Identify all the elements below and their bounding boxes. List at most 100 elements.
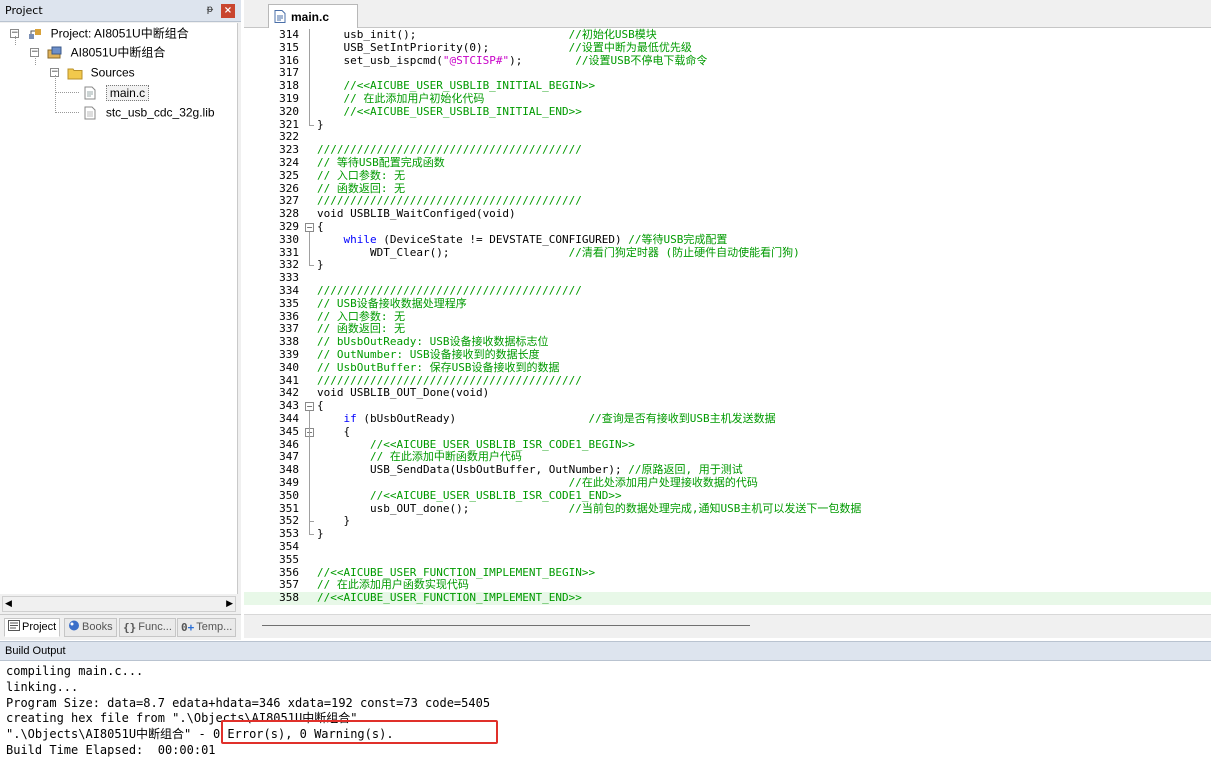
line-number: 344 bbox=[279, 412, 299, 425]
folder-icon bbox=[67, 68, 83, 79]
tree-item-label: Sources bbox=[90, 65, 135, 80]
code-line[interactable]: 331 WDT_Clear(); //清看门狗定时器 (防止硬件自动使能看门狗) bbox=[244, 245, 1211, 260]
line-number: 339 bbox=[279, 348, 299, 361]
line-number: 325 bbox=[279, 168, 299, 182]
scroll-thumb[interactable] bbox=[262, 625, 750, 626]
tab-templates[interactable]: 0+ Temp... bbox=[177, 618, 237, 637]
line-number: 314 bbox=[279, 28, 299, 41]
code-token: } bbox=[317, 258, 324, 272]
code-line[interactable]: 353} bbox=[244, 527, 1211, 541]
tree-item-label: AI8051U中断组合 bbox=[70, 45, 166, 60]
code-token: void USBLIB_WaitConfiged(void) bbox=[317, 207, 516, 221]
tree-horizontal-scrollbar[interactable]: ◀ ▶ bbox=[2, 596, 236, 612]
code-line[interactable]: 316 set_usb_ispcmd("@STCISP#"); //设置USB不… bbox=[244, 53, 1211, 68]
tree-item-label: main.c bbox=[105, 84, 150, 101]
tree-item-main-c[interactable]: main.c bbox=[82, 83, 150, 101]
code-token: { bbox=[317, 399, 324, 413]
tab-label: Project bbox=[22, 621, 57, 633]
code-token: // 入口参数: 无 bbox=[317, 309, 406, 323]
tree-item-label: stc_usb_cdc_32g.lib bbox=[105, 105, 215, 120]
code-token: // 入口参数: 无 bbox=[317, 168, 406, 182]
line-number: 335 bbox=[279, 296, 299, 310]
code-text: //<<AICUBE_USER_FUNCTION_IMPLEMENT_END>> bbox=[317, 591, 582, 605]
code-line[interactable]: 320 //<<AICUBE_USER_USBLIB_INITIAL_END>> bbox=[244, 105, 1211, 119]
code-editor[interactable]: 314 usb_init(); //初始化USB模块 315 USB_SetInt… bbox=[244, 28, 1211, 614]
code-token: //查询是否有接收到USB主机发送数据 bbox=[588, 412, 776, 425]
line-number: 345 bbox=[279, 424, 299, 438]
build-output-line: linking... bbox=[6, 680, 79, 694]
fold-toggle-icon[interactable]: − bbox=[305, 223, 314, 232]
code-token: // OutNumber: USB设备接收到的数据长度 bbox=[317, 348, 540, 361]
tab-main-c[interactable]: main.c bbox=[268, 4, 358, 28]
code-line[interactable]: 352 } bbox=[244, 514, 1211, 528]
line-number: 315 bbox=[279, 40, 299, 54]
code-token: //原路返回, 用于测试 bbox=[628, 463, 743, 477]
code-token: //<<AICUBE_USER_USBLIB_INITIAL_BEGIN>> bbox=[317, 79, 596, 93]
code-token: } bbox=[317, 527, 324, 541]
code-token: } bbox=[317, 117, 324, 131]
code-token: //////////////////////////////////////// bbox=[317, 284, 582, 297]
lib-file-icon bbox=[84, 106, 96, 119]
code-token: //设置中断为最低优先级 bbox=[568, 40, 692, 54]
project-tree: − Project: AI8051U中断组合 − AI8051U中断组合 − S… bbox=[0, 23, 238, 594]
line-number: 358 bbox=[279, 591, 299, 605]
tree-item-target[interactable]: − AI8051U中断组合 bbox=[30, 43, 165, 61]
line-number: 349 bbox=[279, 476, 299, 489]
code-line[interactable]: 354 bbox=[244, 540, 1211, 554]
code-token: { bbox=[317, 424, 351, 438]
code-text: } bbox=[317, 258, 324, 272]
tab-books[interactable]: Books bbox=[64, 618, 117, 637]
code-token: //<<AICUBE_USER_FUNCTION_IMPLEMENT_BEGIN… bbox=[317, 565, 596, 579]
code-text: usb_OUT_done(); //当前包的数据处理完成,通知USB主机可以发送… bbox=[317, 501, 861, 516]
tab-functions[interactable]: {} Func... bbox=[119, 618, 176, 637]
scroll-right-icon[interactable]: ▶ bbox=[223, 599, 233, 609]
books-icon bbox=[69, 620, 79, 631]
line-number: 330 bbox=[279, 232, 299, 246]
code-token: //清看门狗定时器 (防止硬件自动使能看门狗) bbox=[568, 245, 800, 259]
pin-icon[interactable]: ᵽ bbox=[203, 3, 217, 17]
code-line[interactable]: 321} bbox=[244, 117, 1211, 132]
tree-item-lib[interactable]: stc_usb_cdc_32g.lib bbox=[82, 103, 215, 121]
code-line[interactable]: 332} bbox=[244, 258, 1211, 272]
tree-item-sources[interactable]: − Sources bbox=[50, 63, 135, 81]
fold-guide bbox=[309, 29, 310, 125]
code-line[interactable]: 328 void USBLIB_WaitConfiged(void) bbox=[244, 207, 1211, 221]
line-number: 340 bbox=[279, 360, 299, 374]
project-panel-title: Project bbox=[5, 4, 43, 17]
editor-tab-label: main.c bbox=[291, 10, 330, 24]
fold-guide-end bbox=[309, 534, 314, 536]
code-token: // 在此添加用户函数实现代码 bbox=[317, 578, 469, 592]
code-token: //在此处添加用户处理接收数据的代码 bbox=[568, 476, 758, 489]
code-token: (bUsbOutReady) bbox=[356, 412, 589, 425]
code-text: set_usb_ispcmd("@STCISP#"); //设置USB不停电下载… bbox=[317, 53, 707, 68]
code-token: //////////////////////////////////////// bbox=[317, 143, 582, 157]
close-icon[interactable]: × bbox=[221, 4, 235, 18]
code-token: USB_SetIntPriority(0); bbox=[317, 40, 569, 54]
fold-toggle-icon[interactable]: − bbox=[305, 402, 314, 412]
editor-horizontal-scrollbar[interactable] bbox=[244, 614, 1211, 638]
code-line[interactable]: 358 //<<AICUBE_USER_FUNCTION_IMPLEMENT_EN… bbox=[244, 591, 1211, 605]
code-token: usb_OUT_done(); bbox=[317, 501, 569, 515]
code-token: //<<AICUBE_USER_USBLIB_ISR_CODE1_END>> bbox=[317, 488, 622, 502]
code-text: void USBLIB_WaitConfiged(void) bbox=[317, 207, 516, 221]
line-number: 334 bbox=[279, 284, 299, 297]
code-text: WDT_Clear(); //清看门狗定时器 (防止硬件自动使能看门狗) bbox=[317, 245, 800, 260]
code-token: // 在此添加用户初始化代码 bbox=[317, 92, 485, 105]
code-text: //<<AICUBE_USER_USBLIB_INITIAL_END>> bbox=[317, 105, 581, 119]
build-output-panel[interactable]: compiling main.c... linking... Program S… bbox=[0, 661, 1211, 761]
code-text: void USBLIB_OUT_Done(void) bbox=[317, 386, 489, 400]
code-line[interactable]: 351 usb_OUT_done(); //当前包的数据处理完成,通知USB主机… bbox=[244, 501, 1211, 516]
fold-guide-end bbox=[309, 521, 314, 523]
tab-project[interactable]: Project bbox=[4, 618, 61, 637]
fold-guide-end bbox=[309, 124, 314, 126]
line-number: 319 bbox=[279, 92, 299, 105]
tab-label: Func... bbox=[138, 621, 172, 633]
code-token: //<<AICUBE_USER_FUNCTION_IMPLEMENT_END>> bbox=[317, 591, 582, 605]
code-token: set_usb_ispcmd( bbox=[317, 53, 443, 67]
code-line[interactable]: 344 if (bUsbOutReady) //查询是否有接收到USB主机发送数… bbox=[244, 412, 1211, 426]
code-line[interactable]: 342 void USBLIB_OUT_Done(void) bbox=[244, 386, 1211, 400]
fold-guide bbox=[309, 232, 310, 266]
tree-item-project[interactable]: − Project: AI8051U中断组合 bbox=[10, 24, 189, 42]
scroll-left-icon[interactable]: ◀ bbox=[5, 599, 15, 609]
